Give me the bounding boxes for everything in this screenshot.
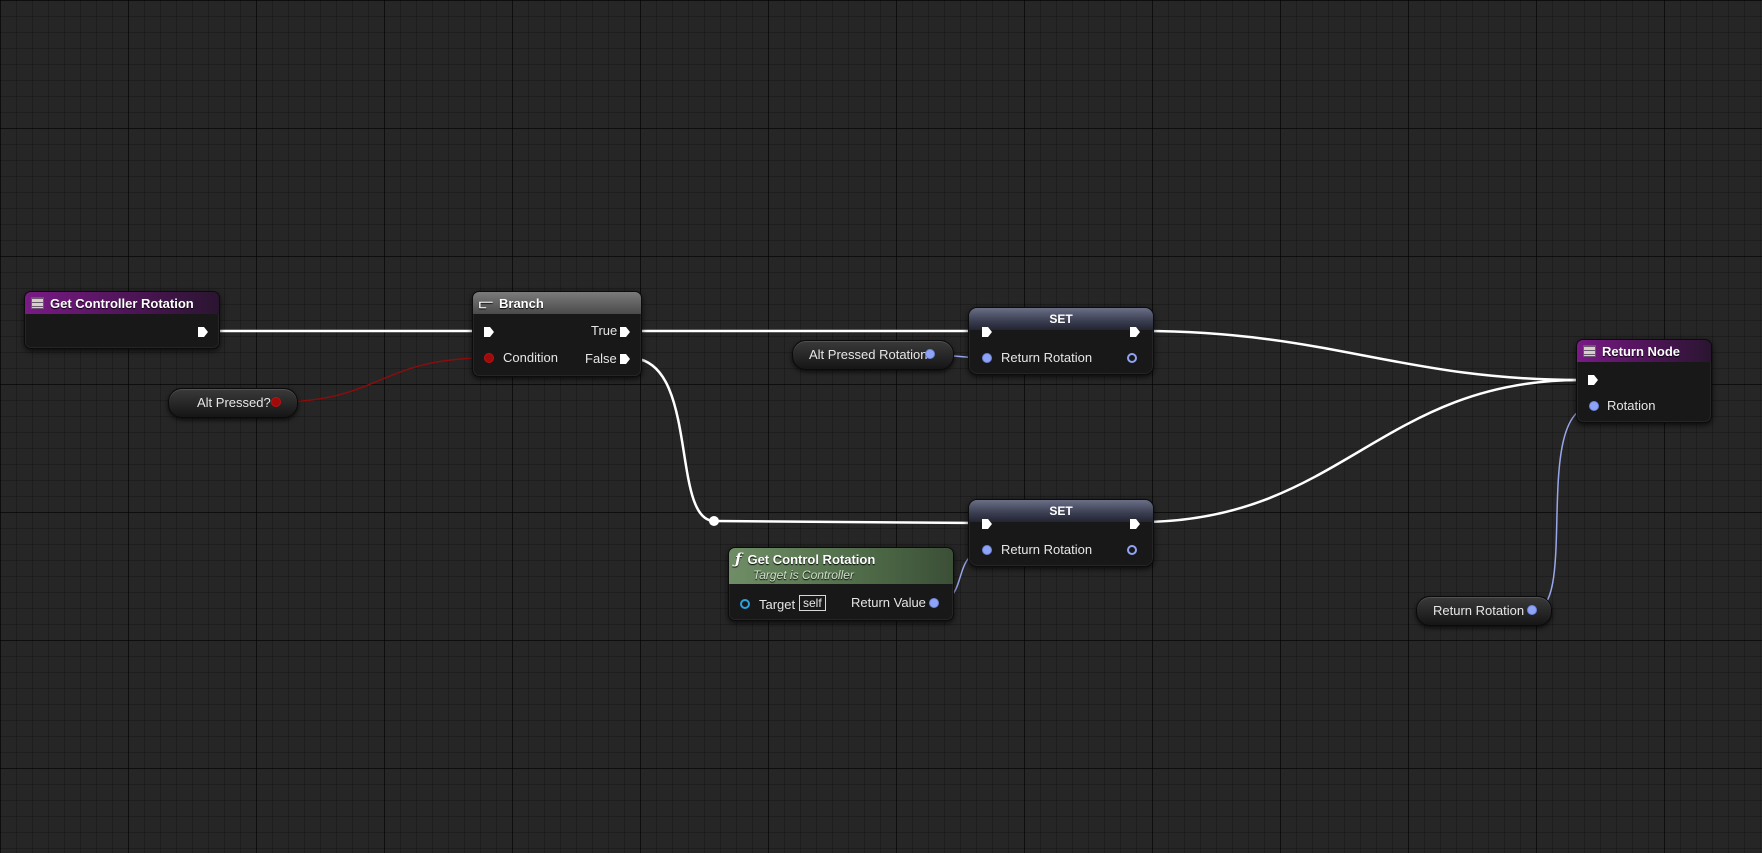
node-header: Return Node [1577,340,1711,362]
node-title: Return Node [1602,343,1680,359]
target-label: Target [759,597,796,612]
node-title: SET [969,308,1153,330]
function-entry-node[interactable]: Get Controller Rotation [24,291,220,349]
exec-in-pin[interactable] [981,518,993,530]
branch-icon: ⫍ [479,295,493,311]
node-title: Branch [499,295,544,311]
return-node[interactable]: Return Node Rotation [1576,339,1712,423]
rotator-in-pin[interactable] [982,545,992,555]
condition-pin[interactable] [484,353,494,363]
exec-wire-set-bottom-to-return [1139,378,1581,524]
exec-in-pin[interactable] [981,326,993,338]
node-subtitle: Target is Controller [753,568,854,582]
exec-in-pin[interactable] [1587,374,1599,386]
rotation-label: Rotation [1607,398,1656,413]
exec-out-pin[interactable] [1129,326,1141,338]
node-header: Get Controller Rotation [25,292,219,314]
exec-out-pin[interactable] [197,326,209,338]
wires-layer [204,329,1595,612]
function-icon [1583,345,1596,357]
node-header: ƒ Get Control Rotation Target is Control… [729,548,953,584]
rotator-in-pin[interactable] [982,353,992,363]
variable-return-rotation[interactable]: Return Rotation [1416,596,1552,626]
rotation-in-pin[interactable] [1589,401,1599,411]
function-f-icon: ƒ [735,550,742,568]
return-value-pin[interactable] [929,598,939,608]
reroute-node[interactable] [709,516,719,526]
node-title: Get Control Rotation [747,551,876,567]
exec-wire-false-to-reroute [629,356,715,523]
rotator-out-pin[interactable] [925,349,935,359]
bool-out-pin[interactable] [271,397,281,407]
rotator-out-pin[interactable] [1127,545,1137,555]
variable-label: Alt Pressed Rotation [809,347,928,362]
exec-out-pin[interactable] [1129,518,1141,530]
false-label: False [585,351,617,366]
blueprint-graph-canvas[interactable]: Get Controller Rotation Alt Pressed? ⫍ B… [0,0,1762,853]
bool-wire-alt-pressed [275,357,487,403]
pin-label: Return Rotation [1001,350,1093,365]
node-title: SET [969,500,1153,522]
target-default-field[interactable]: self [799,595,826,611]
variable-alt-pressed-rotation[interactable]: Alt Pressed Rotation [792,340,954,370]
get-control-rotation-node[interactable]: ƒ Get Control Rotation Target is Control… [728,547,954,621]
set-node-false[interactable]: SET Return Rotation [968,499,1154,567]
node-title: Get Controller Rotation [50,295,194,311]
true-label: True [591,323,618,338]
variable-alt-pressed[interactable]: Alt Pressed? [168,388,298,418]
rotator-wire-return-rotation [1532,405,1595,612]
exec-in-pin[interactable] [483,326,495,338]
rotator-out-pin[interactable] [1527,605,1537,615]
variable-label: Return Rotation [1433,603,1525,618]
condition-label: Condition [503,350,558,365]
pin-label: Return Rotation [1001,542,1093,557]
branch-node[interactable]: ⫍ Branch Condition True False [472,291,642,377]
node-header: ⫍ Branch [473,292,641,314]
exec-true-pin[interactable] [619,326,631,338]
set-node-true[interactable]: SET Return Rotation [968,307,1154,375]
function-icon [31,297,44,309]
exec-false-pin[interactable] [619,353,631,365]
rotator-out-pin[interactable] [1127,353,1137,363]
variable-label: Alt Pressed? [197,395,271,410]
exec-wire-set-top-to-return [1139,329,1581,382]
return-value-label: Return Value [851,595,926,610]
exec-wire-reroute-to-set [713,519,981,525]
target-pin[interactable] [740,599,750,609]
